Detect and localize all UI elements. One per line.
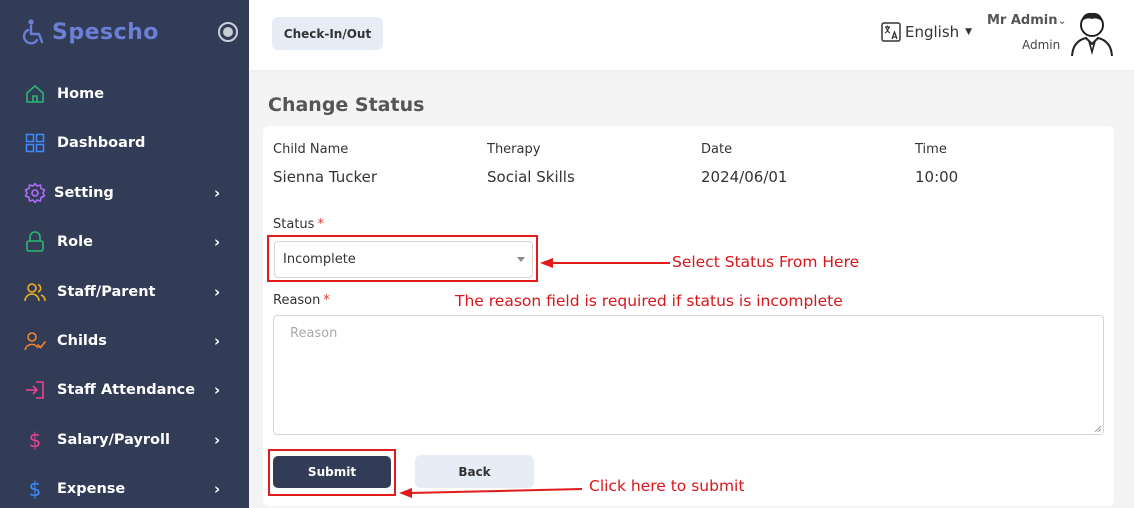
therapy-value: Social Skills	[487, 168, 575, 186]
status-label: Status *	[273, 217, 324, 232]
status-annotation: Select Status From Here	[672, 253, 860, 271]
chevron-right-icon: ›	[214, 184, 221, 202]
users-icon	[24, 281, 46, 303]
user-check-icon	[24, 330, 46, 352]
lock-icon	[24, 231, 46, 253]
child-name-label: Child Name	[273, 142, 349, 157]
wheelchair-icon	[22, 19, 44, 45]
reason-textarea[interactable]	[273, 315, 1104, 435]
sidebar-item-label: Dashboard	[57, 135, 146, 151]
logo-text: Spescho	[52, 19, 159, 45]
sidebar-item-label: Role	[57, 234, 93, 250]
grid-icon	[24, 132, 46, 154]
check-in-out-button[interactable]: Check-In/Out	[272, 17, 383, 50]
dollar-icon: $	[28, 477, 42, 501]
home-icon	[24, 83, 46, 105]
login-icon	[24, 379, 46, 401]
back-button[interactable]: Back	[415, 455, 534, 488]
sidebar-item-setting[interactable]: Setting ›	[0, 173, 249, 213]
sidebar-item-dashboard[interactable]: Dashboard	[0, 123, 249, 163]
sidebar-item-label: Childs	[57, 333, 107, 349]
submit-highlight-box	[268, 449, 396, 496]
sidebar-item-salary-payroll[interactable]: $ Salary/Payroll ›	[0, 420, 249, 460]
chevron-right-icon: ›	[214, 480, 221, 498]
page-title: Change Status	[268, 94, 425, 116]
caret-down-icon: ▼	[965, 27, 973, 37]
sidebar-item-staff-attendance[interactable]: Staff Attendance ›	[0, 370, 249, 410]
reason-annotation: The reason field is required if status i…	[455, 292, 843, 310]
required-mark: *	[317, 217, 324, 232]
sidebar-item-label: Home	[57, 86, 105, 102]
language-label: English	[905, 23, 960, 41]
chevron-right-icon: ›	[214, 233, 221, 251]
date-label: Date	[701, 142, 733, 157]
top-header: Check-In/Out English ▼ Mr Admin⌄ Admin	[249, 0, 1134, 70]
sidebar-item-label: Salary/Payroll	[57, 432, 170, 448]
sidebar: Spescho Home Dashboard Setting › Role › …	[0, 0, 249, 508]
translate-icon	[881, 22, 901, 42]
sidebar-item-label: Setting	[54, 185, 114, 201]
submit-annotation: Click here to submit	[589, 477, 745, 495]
resize-handle-icon[interactable]	[1093, 424, 1102, 433]
sidebar-item-label: Expense	[57, 481, 126, 497]
status-highlight-box	[267, 235, 538, 282]
sidebar-item-label: Staff/Parent	[57, 284, 156, 300]
language-selector[interactable]: English ▼	[881, 22, 972, 42]
time-value: 10:00	[915, 168, 959, 186]
user-role: Admin	[1022, 38, 1061, 52]
child-name-value: Sienna Tucker	[273, 168, 378, 186]
sidebar-item-staff-parent[interactable]: Staff/Parent ›	[0, 272, 249, 312]
sidebar-item-childs[interactable]: Childs ›	[0, 321, 249, 361]
sidebar-item-label: Staff Attendance	[57, 382, 196, 398]
chevron-right-icon: ›	[214, 431, 221, 449]
required-mark: *	[323, 293, 330, 308]
chevron-right-icon: ›	[214, 381, 221, 399]
date-value: 2024/06/01	[701, 168, 788, 186]
sidebar-item-expense[interactable]: $ Expense ›	[0, 469, 249, 508]
chevron-down-icon: ⌄	[1057, 14, 1067, 27]
therapy-label: Therapy	[487, 142, 541, 157]
avatar[interactable]	[1069, 8, 1115, 58]
gear-icon	[24, 182, 46, 204]
sidebar-toggle[interactable]	[218, 22, 238, 42]
time-label: Time	[915, 142, 947, 157]
chevron-right-icon: ›	[214, 283, 221, 301]
sidebar-item-home[interactable]: Home	[0, 74, 249, 114]
chevron-right-icon: ›	[214, 332, 221, 350]
reason-label: Reason *	[273, 293, 330, 308]
sidebar-item-role[interactable]: Role ›	[0, 222, 249, 262]
app-logo[interactable]: Spescho	[22, 18, 159, 46]
user-name[interactable]: Mr Admin⌄	[987, 13, 1067, 28]
dollar-icon: $	[28, 428, 42, 452]
